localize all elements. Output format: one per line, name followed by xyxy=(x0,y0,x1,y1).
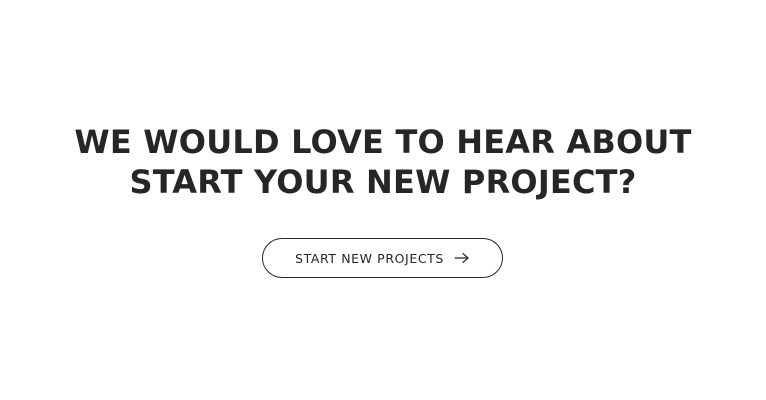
cta-heading-line-2: START YOUR NEW PROJECT? xyxy=(129,163,637,201)
cta-section: WE WOULD LOVE TO HEAR ABOUT START YOUR N… xyxy=(0,0,766,400)
cta-heading-line-1: WE WOULD LOVE TO HEAR ABOUT xyxy=(74,123,692,161)
arrow-right-icon xyxy=(454,252,470,264)
start-new-projects-button[interactable]: START NEW PROJECTS xyxy=(262,238,503,278)
cta-heading: WE WOULD LOVE TO HEAR ABOUT START YOUR N… xyxy=(0,122,766,202)
start-new-projects-label: START NEW PROJECTS xyxy=(295,250,444,266)
